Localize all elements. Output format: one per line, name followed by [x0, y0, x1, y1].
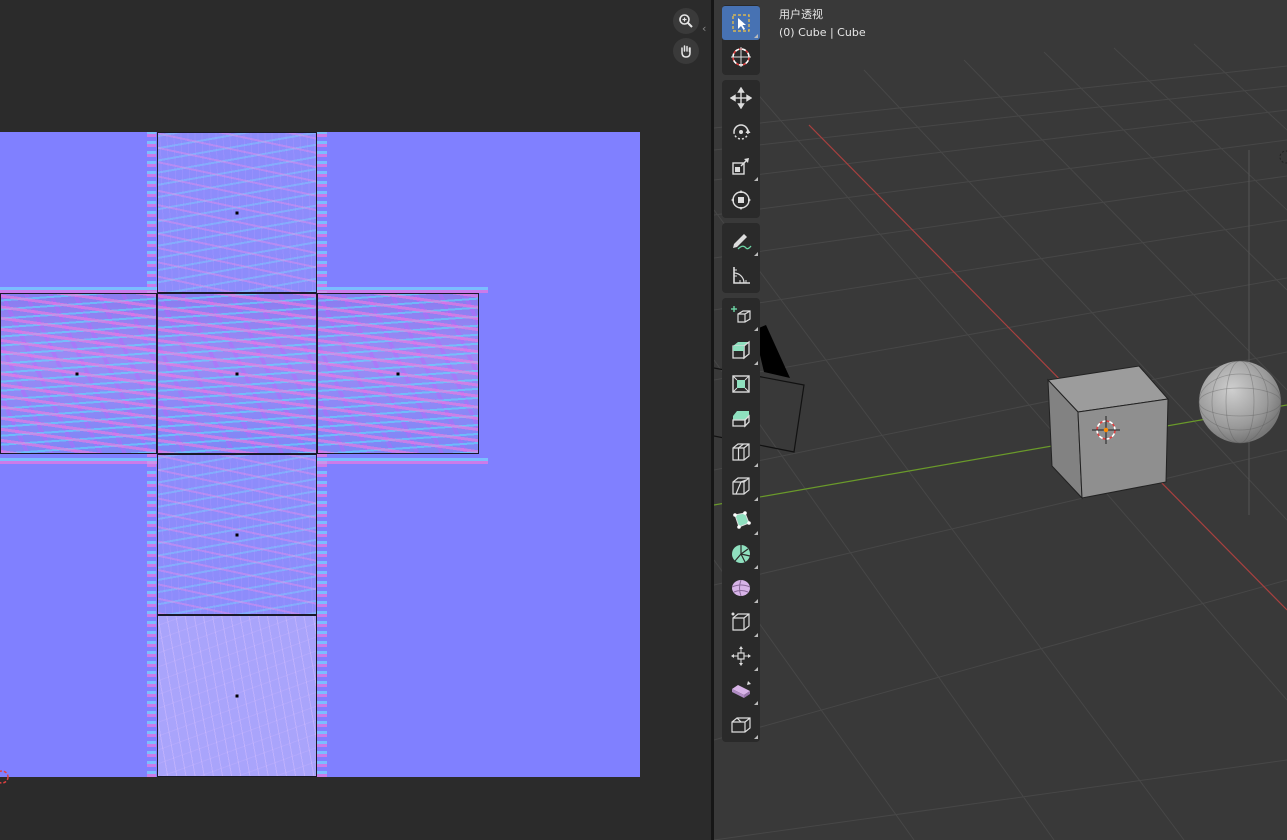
- annotate-tool[interactable]: [722, 224, 760, 258]
- inset-faces-tool[interactable]: [722, 367, 760, 401]
- select-box-icon: [732, 14, 750, 32]
- loop-cut-icon: [732, 443, 750, 461]
- knife-icon: [732, 477, 750, 495]
- tool-group-annotate: [722, 223, 760, 293]
- edge-slide-tool[interactable]: [722, 605, 760, 639]
- smooth-icon: [731, 579, 751, 597]
- edge-slide-icon: [731, 612, 750, 631]
- rotate-tool[interactable]: [722, 115, 760, 149]
- uv-face-center: [235, 372, 239, 375]
- uv-face-left[interactable]: [0, 293, 157, 454]
- measure-tool[interactable]: [722, 258, 760, 292]
- normal-map-texture: [0, 132, 640, 777]
- uv-face-front[interactable]: [157, 293, 317, 454]
- loop-cut-tool[interactable]: [722, 435, 760, 469]
- bevel-tool[interactable]: [722, 401, 760, 435]
- move-tool[interactable]: [722, 81, 760, 115]
- spin-tool[interactable]: [722, 537, 760, 571]
- transform-icon: [731, 190, 751, 210]
- hand-pan-icon[interactable]: [673, 38, 699, 64]
- uv-face-center: [235, 533, 239, 536]
- rip-region-icon: [731, 717, 751, 733]
- 3d-viewport[interactable]: 用户透视 (0) Cube | Cube: [714, 0, 1287, 840]
- uv-face-back[interactable]: [157, 615, 317, 777]
- zoom-icon[interactable]: [673, 8, 699, 34]
- transform-tool[interactable]: [722, 183, 760, 217]
- uv-face-center: [396, 372, 400, 375]
- object-info: (0) Cube | Cube: [779, 26, 866, 39]
- move-icon: [730, 87, 752, 109]
- viewport-grid: [714, 43, 1287, 840]
- extrude-region-icon: [732, 340, 750, 360]
- extrude-region-tool[interactable]: [722, 333, 760, 367]
- poly-build-tool[interactable]: [722, 503, 760, 537]
- y-axis-line: [714, 404, 1287, 506]
- viewport-info: 用户透视 (0) Cube | Cube: [779, 6, 866, 42]
- rotate-icon: [733, 124, 751, 140]
- uv-face-center: [235, 694, 239, 698]
- poly-build-icon: [733, 511, 751, 529]
- x-axis-line: [808, 124, 1287, 611]
- select-box-tool[interactable]: [722, 6, 760, 40]
- knife-tool[interactable]: [722, 469, 760, 503]
- annotate-icon: [733, 234, 752, 250]
- uv-face-top[interactable]: [157, 132, 317, 293]
- uv-face-bottom[interactable]: [157, 454, 317, 615]
- scale-icon: [732, 158, 749, 175]
- spin-icon: [732, 545, 751, 563]
- add-cube-icon: [731, 306, 751, 323]
- shrink-fatten-tool[interactable]: [722, 639, 760, 673]
- tool-group-transform: [722, 80, 760, 218]
- measure-icon: [733, 267, 750, 284]
- uv-face-center: [235, 211, 239, 214]
- uv-face-center: [75, 372, 79, 375]
- cube-object: [1046, 365, 1169, 500]
- bevel-icon: [732, 411, 750, 428]
- tool-group-select: [722, 5, 760, 75]
- chevron-left-icon[interactable]: ‹: [702, 22, 706, 35]
- shear-tool[interactable]: [722, 673, 760, 707]
- scale-tool[interactable]: [722, 149, 760, 183]
- uv-face-right[interactable]: [317, 293, 479, 454]
- uv-2d-cursor-icon[interactable]: [0, 768, 14, 786]
- cursor-icon: [731, 47, 751, 67]
- smooth-tool[interactable]: [722, 571, 760, 605]
- rip-region-tool[interactable]: [722, 707, 760, 741]
- sphere-object: [1199, 361, 1281, 443]
- tool-group-mesh: [722, 298, 760, 742]
- shear-icon: [732, 681, 751, 698]
- cursor-tool[interactable]: [722, 40, 760, 74]
- tool-shelf: [722, 5, 760, 747]
- inset-faces-icon: [732, 375, 750, 393]
- add-cube-tool[interactable]: [722, 299, 760, 333]
- uv-editor[interactable]: ‹: [0, 0, 711, 840]
- view-name: 用户透视: [779, 8, 823, 21]
- shrink-fatten-icon: [731, 646, 751, 666]
